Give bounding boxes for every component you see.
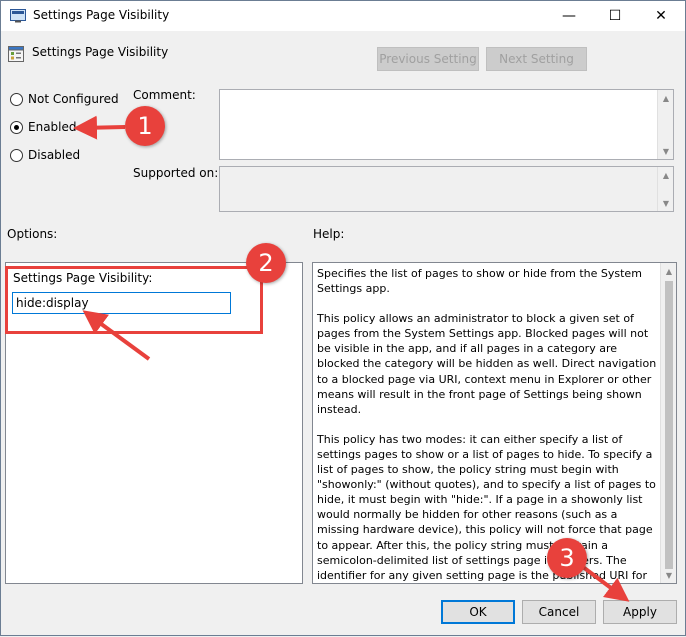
scroll-down-icon[interactable]: ▼ xyxy=(661,567,676,583)
not-configured-label: Not Configured xyxy=(28,92,119,106)
radio-selected-icon xyxy=(10,120,23,134)
help-text-panel: Specifies the list of pages to show or h… xyxy=(312,262,677,584)
help-paragraph: This policy allows an administrator to b… xyxy=(317,312,657,416)
previous-setting-button[interactable]: Previous Setting xyxy=(377,47,479,71)
ok-button[interactable]: OK xyxy=(441,600,515,624)
disabled-radio[interactable]: Disabled xyxy=(10,148,80,162)
help-paragraph: This policy has two modes: it can either… xyxy=(317,432,656,582)
not-configured-radio[interactable]: Not Configured xyxy=(10,92,119,106)
radio-circle-icon xyxy=(10,92,23,106)
window-title: Settings Page Visibility xyxy=(33,8,170,22)
cancel-button[interactable]: Cancel xyxy=(522,600,596,624)
policy-setting-icon xyxy=(8,46,24,62)
help-heading: Help: xyxy=(313,227,345,241)
apply-button[interactable]: Apply xyxy=(603,600,677,624)
step-2-badge: 2 xyxy=(246,243,286,283)
enabled-radio[interactable]: Enabled xyxy=(10,120,77,134)
help-text: Specifies the list of pages to show or h… xyxy=(317,266,660,583)
policy-dialog-window: Settings Page Visibility — ☐ ✕ Settings … xyxy=(0,0,686,636)
scroll-up-icon[interactable]: ▲ xyxy=(658,90,674,106)
next-setting-button[interactable]: Next Setting xyxy=(486,47,587,71)
step-1-badge: 1 xyxy=(125,106,165,146)
options-panel: Settings Page Visibility: hide:display xyxy=(5,262,303,584)
comment-scrollbar[interactable]: ▲ ▼ xyxy=(657,90,673,159)
comment-label: Comment: xyxy=(133,88,196,102)
scroll-up-icon[interactable]: ▲ xyxy=(661,263,676,279)
arrow-to-enabled xyxy=(73,115,126,140)
scroll-down-icon[interactable]: ▼ xyxy=(658,195,674,211)
maximize-icon[interactable]: ☐ xyxy=(592,1,638,31)
settings-page-visibility-label: Settings Page Visibility: xyxy=(13,271,153,285)
radio-circle-icon xyxy=(10,148,23,162)
minimize-icon[interactable]: — xyxy=(546,1,592,31)
policy-name-heading: Settings Page Visibility xyxy=(32,45,169,59)
group-policy-app-icon xyxy=(10,9,26,23)
help-scrollbar[interactable]: ▲ ▼ xyxy=(660,263,676,583)
supported-on-field: ▲ ▼ xyxy=(219,166,674,212)
enabled-label: Enabled xyxy=(28,120,77,134)
help-paragraph: Specifies the list of pages to show or h… xyxy=(317,267,642,296)
scroll-thumb[interactable] xyxy=(665,281,673,569)
comment-textarea[interactable]: ▲ ▼ xyxy=(219,89,674,160)
step-3-badge: 3 xyxy=(547,538,587,578)
settings-page-visibility-input[interactable]: hide:display xyxy=(12,292,231,314)
disabled-label: Disabled xyxy=(28,148,81,162)
supported-on-label: Supported on: xyxy=(133,166,219,180)
supported-on-scrollbar[interactable]: ▲ ▼ xyxy=(657,167,673,211)
options-heading: Options: xyxy=(7,227,58,241)
scroll-up-icon[interactable]: ▲ xyxy=(658,167,674,183)
scroll-down-icon[interactable]: ▼ xyxy=(658,143,674,159)
title-bar: Settings Page Visibility — ☐ ✕ xyxy=(1,1,685,31)
close-icon[interactable]: ✕ xyxy=(638,1,684,31)
